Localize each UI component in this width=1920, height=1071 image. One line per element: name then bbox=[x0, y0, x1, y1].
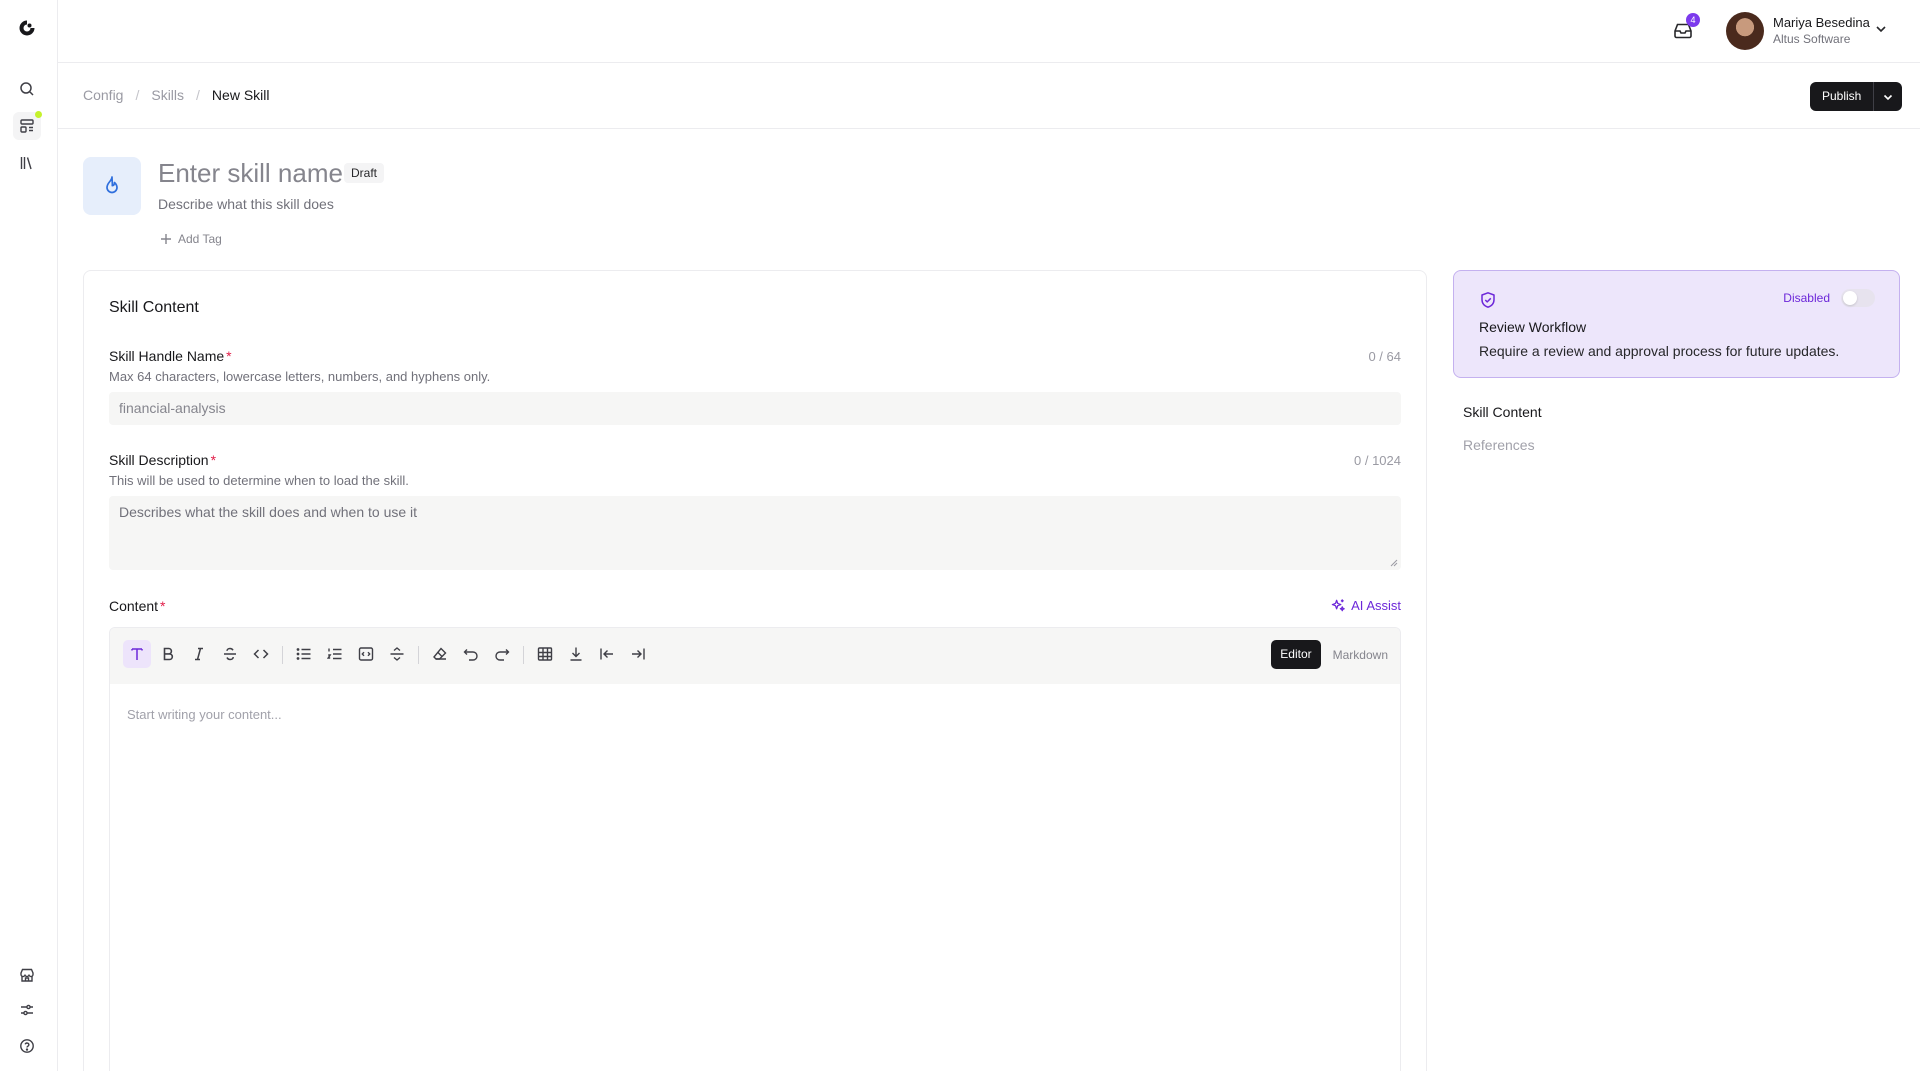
code-block-icon[interactable] bbox=[352, 640, 380, 668]
inbox-count-badge: 4 bbox=[1686, 13, 1700, 27]
handle-input[interactable]: financial-analysis bbox=[109, 392, 1401, 425]
publish-split-button: Publish bbox=[1810, 82, 1903, 111]
search-icon[interactable] bbox=[13, 75, 41, 103]
ordered-list-icon[interactable] bbox=[321, 640, 349, 668]
user-menu[interactable]: Mariya Besedina Altus Software bbox=[1726, 12, 1870, 50]
ai-assist-button[interactable]: AI Assist bbox=[1331, 598, 1401, 613]
ai-assist-label: AI Assist bbox=[1351, 598, 1401, 613]
breadcrumb-separator: / bbox=[196, 87, 200, 103]
status-badge: Draft bbox=[344, 163, 385, 183]
skill-name-input[interactable]: Enter skill name bbox=[158, 158, 343, 189]
inbox-button[interactable]: 4 bbox=[1672, 13, 1700, 41]
editor-mode-button[interactable]: Editor bbox=[1271, 640, 1321, 669]
flame-icon bbox=[106, 176, 118, 194]
editor-content-area[interactable]: Start writing your content... bbox=[127, 707, 282, 722]
avatar bbox=[1726, 12, 1764, 50]
outdent-icon[interactable] bbox=[593, 640, 621, 668]
breadcrumb-bar: Config / Skills / New Skill bbox=[58, 64, 1920, 129]
handle-label: Skill Handle Name * bbox=[109, 348, 232, 364]
toolbar-divider bbox=[523, 646, 524, 664]
toolbar-divider bbox=[418, 646, 419, 664]
description-counter: 0 / 1024 bbox=[1354, 453, 1401, 468]
italic-icon[interactable] bbox=[185, 640, 213, 668]
add-tag-label: Add Tag bbox=[178, 232, 222, 246]
breadcrumb-separator: / bbox=[135, 87, 140, 103]
user-name: Mariya Besedina bbox=[1773, 15, 1870, 30]
publish-options-chevron-icon[interactable] bbox=[1874, 82, 1902, 111]
bullet-list-icon[interactable] bbox=[290, 640, 318, 668]
review-workflow-toggle[interactable] bbox=[1841, 289, 1875, 307]
left-rail bbox=[0, 0, 58, 1071]
publish-button[interactable]: Publish bbox=[1810, 82, 1875, 111]
bold-icon[interactable] bbox=[154, 640, 182, 668]
download-icon[interactable] bbox=[562, 640, 590, 668]
description-textarea[interactable]: Describes what the skill does and when t… bbox=[109, 496, 1401, 570]
plus-icon bbox=[161, 234, 171, 244]
skill-icon-picker[interactable] bbox=[83, 157, 141, 215]
toc-item-skill-content[interactable]: Skill Content bbox=[1463, 404, 1542, 420]
content-label: Content * bbox=[109, 598, 166, 614]
eraser-icon[interactable] bbox=[426, 640, 454, 668]
editor-toolbar: Editor Markdown bbox=[110, 628, 1400, 684]
top-header bbox=[58, 0, 1920, 63]
toolbar-divider bbox=[282, 646, 283, 664]
handle-hint: Max 64 characters, lowercase letters, nu… bbox=[109, 369, 491, 384]
undo-icon[interactable] bbox=[457, 640, 485, 668]
breadcrumb-current: New Skill bbox=[211, 87, 270, 103]
shield-check-icon bbox=[1479, 291, 1497, 309]
chevron-down-icon[interactable] bbox=[1874, 22, 1888, 36]
table-icon[interactable] bbox=[531, 640, 559, 668]
app-logo-icon[interactable] bbox=[13, 14, 41, 42]
content-editor: Editor Markdown Start writing your conte… bbox=[109, 627, 1401, 1071]
review-status-label: Disabled bbox=[1783, 291, 1830, 305]
card-title: Skill Content bbox=[109, 299, 199, 316]
redo-icon[interactable] bbox=[488, 640, 516, 668]
markdown-mode-button[interactable]: Markdown bbox=[1321, 648, 1400, 662]
description-label: Skill Description * bbox=[109, 452, 217, 468]
text-style-icon[interactable] bbox=[123, 640, 151, 668]
horizontal-rule-icon[interactable] bbox=[383, 640, 411, 668]
help-icon[interactable] bbox=[13, 1032, 41, 1060]
breadcrumb-skills[interactable]: Skills bbox=[151, 87, 184, 103]
review-description: Require a review and approval process fo… bbox=[1479, 343, 1840, 359]
settings-sliders-icon[interactable] bbox=[13, 996, 41, 1024]
indent-icon[interactable] bbox=[624, 640, 652, 668]
code-icon[interactable] bbox=[247, 640, 275, 668]
strikethrough-icon[interactable] bbox=[216, 640, 244, 668]
description-placeholder: Describes what the skill does and when t… bbox=[119, 504, 418, 520]
toc-item-references[interactable]: References bbox=[1463, 437, 1535, 453]
store-icon[interactable] bbox=[13, 961, 41, 989]
skill-description-input[interactable]: Describe what this skill does bbox=[158, 196, 334, 212]
resize-handle-icon[interactable] bbox=[1388, 557, 1398, 567]
dashboard-icon[interactable] bbox=[13, 111, 42, 140]
notification-dot bbox=[35, 111, 42, 118]
add-tag-button[interactable]: Add Tag bbox=[160, 232, 222, 246]
description-hint: This will be used to determine when to l… bbox=[109, 473, 409, 488]
breadcrumb: Config / Skills / New Skill bbox=[83, 87, 270, 103]
review-workflow-card: Disabled Review Workflow Require a revie… bbox=[1453, 270, 1900, 378]
library-icon[interactable] bbox=[13, 149, 41, 177]
review-title: Review Workflow bbox=[1479, 319, 1587, 335]
editor-mode-switch: Editor Markdown bbox=[1271, 640, 1400, 669]
skill-content-card: Skill Content Skill Handle Name * 0 / 64 … bbox=[83, 270, 1427, 1071]
breadcrumb-config[interactable]: Config bbox=[83, 87, 123, 103]
sparkles-icon bbox=[1331, 599, 1345, 612]
handle-counter: 0 / 64 bbox=[1368, 349, 1401, 364]
user-org: Altus Software bbox=[1773, 32, 1851, 46]
